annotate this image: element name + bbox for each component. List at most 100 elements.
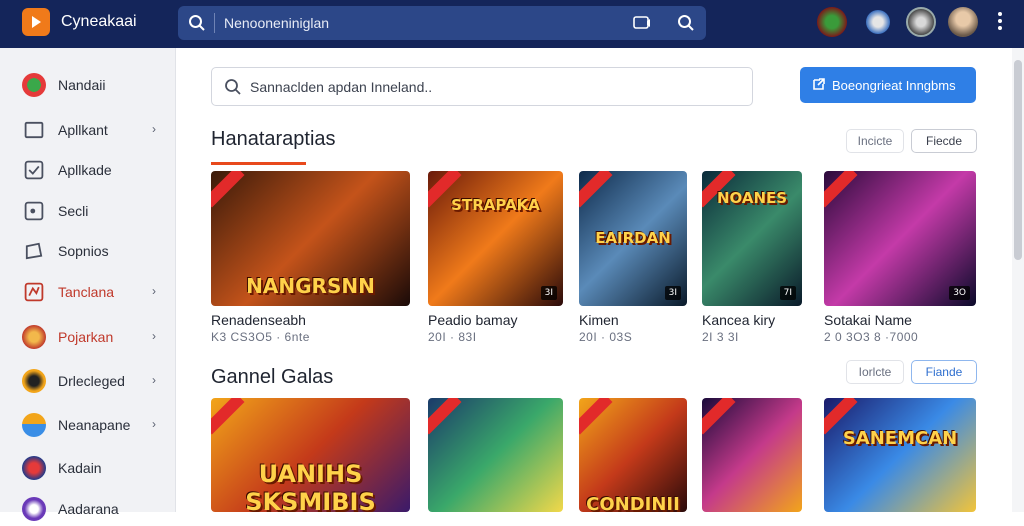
sidebar-item-label: Tanclana: [58, 284, 115, 300]
sidebar-item-label: Apllkade: [58, 162, 112, 178]
character-avatar-icon[interactable]: [866, 10, 890, 34]
game-card-image[interactable]: NOANES 7I: [702, 171, 802, 306]
sidebar-item[interactable]: Nandaii: [0, 68, 176, 102]
search-submit-icon[interactable]: [677, 14, 695, 32]
game-art-title: STRAPAKA: [451, 196, 540, 214]
more-options-icon[interactable]: [995, 12, 1005, 34]
sidebar-item-label: Sopnios: [58, 243, 109, 259]
top-bar: Cyneakaai Nenooneniniglan: [0, 0, 1024, 48]
game-card-meta: 20I · 83I: [428, 330, 477, 344]
ribbon-tag: [579, 171, 613, 208]
sidebar-item-label: Aadarana: [58, 501, 119, 517]
sidebar-item[interactable]: Pojarkan ›: [0, 320, 176, 354]
play-icon: [32, 16, 41, 28]
game-card-title[interactable]: Kimen: [579, 312, 619, 328]
sidebar: Nandaii Apllkant › Apllkade Secli Sopnios Tanc…: [0, 48, 176, 521]
section-filter-pill[interactable]: Iorlcte: [846, 360, 904, 384]
chevron-right-icon: ›: [152, 122, 156, 136]
sidebar-item-label: Kadain: [58, 460, 102, 476]
game-card-title[interactable]: Renadenseabh: [211, 312, 306, 328]
section-filter-pill[interactable]: Incicte: [846, 129, 904, 153]
game-card-image[interactable]: UANIHS SKSMIBIS: [211, 398, 410, 512]
landscape-icon: [22, 413, 46, 437]
game-card-meta: 20I · 03S: [579, 330, 633, 344]
profile-icon: [22, 497, 46, 521]
game-card-meta: 2 0 3O3 8 ·7000: [824, 330, 919, 344]
game-art-title: SANEMCAN: [842, 428, 958, 449]
sidebar-item[interactable]: Sopnios: [0, 234, 176, 268]
sidebar-item[interactable]: Apllkant ›: [0, 113, 176, 147]
search-icon: [189, 15, 205, 31]
sidebar-item-label: Nandaii: [58, 77, 106, 93]
game-card-image[interactable]: NANGRSNN: [211, 171, 410, 306]
app-logo[interactable]: [22, 8, 50, 36]
primary-action-button[interactable]: Boeongrieat Inngbms: [800, 67, 976, 103]
primary-action-label: Boeongrieat Inngbms: [832, 78, 956, 93]
sidebar-item[interactable]: Tanclana ›: [0, 275, 176, 309]
external-link-icon: [813, 78, 825, 90]
game-card-title[interactable]: Kancea kiry: [702, 312, 775, 328]
game-icon: [22, 325, 46, 349]
dog-icon: [22, 369, 46, 393]
settings-icon: [24, 201, 44, 221]
user-avatar[interactable]: [948, 7, 978, 37]
sidebar-item-label: Apllkant: [58, 122, 108, 138]
game-art-title: NOANES: [716, 189, 788, 207]
sidebar-item[interactable]: Neanapane ›: [0, 408, 176, 442]
top-search-bar[interactable]: Nenooneniniglan: [178, 6, 706, 40]
sidebar-item-label: Secli: [58, 203, 89, 219]
ribbon-tag: [579, 398, 613, 435]
rating-badge: 3I: [540, 286, 557, 300]
game-card-image[interactable]: SANEMCAN: [824, 398, 976, 512]
game-card-image[interactable]: 3O: [824, 171, 976, 306]
search-icon: [225, 79, 241, 95]
scrollbar-thumb[interactable]: [1014, 60, 1022, 260]
home-icon: [22, 73, 46, 97]
section-action-pill[interactable]: Fiecde: [911, 129, 977, 153]
game-card-image[interactable]: STRAPAKA 3I: [428, 171, 563, 306]
game-card-image[interactable]: [428, 398, 563, 512]
game-art-title: EAIRDAN: [595, 229, 671, 247]
sidebar-item-label: Neanapane: [58, 417, 131, 433]
chevron-right-icon: ›: [152, 417, 156, 431]
section-underline: [211, 162, 306, 165]
top-search-text[interactable]: Nenooneniniglan: [224, 15, 329, 31]
chevron-right-icon: ›: [152, 329, 156, 343]
game-card-title[interactable]: Sotakai Name: [824, 312, 912, 328]
section-title: Hanataraptias: [211, 128, 336, 150]
character-icon: [22, 456, 46, 480]
search-divider: [214, 13, 215, 33]
game-avatar-icon[interactable]: [817, 7, 847, 37]
game-card-title[interactable]: Peadio bamay: [428, 312, 518, 328]
sidebar-item[interactable]: Drlecleged ›: [0, 364, 176, 398]
explore-icon: [25, 242, 43, 260]
rating-badge: 3I: [664, 286, 681, 300]
checklist-icon: [24, 160, 44, 180]
chevron-right-icon: ›: [152, 373, 156, 387]
main-search-placeholder: Sannaclden apdan Inneland..: [250, 79, 433, 95]
game-art-title: NANGRSNN: [246, 274, 375, 298]
game-art-title: UANIHS SKSMIBIS: [245, 460, 376, 512]
game-card-image[interactable]: EAIRDAN 3I: [579, 171, 687, 306]
main-search-input[interactable]: Sannaclden apdan Inneland..: [211, 67, 753, 106]
sidebar-item[interactable]: Secli: [0, 194, 176, 228]
cast-icon[interactable]: [633, 15, 651, 31]
sidebar-item-label: Drlecleged: [58, 373, 125, 389]
game-card-image[interactable]: [702, 398, 802, 512]
ribbon-tag: [211, 398, 245, 435]
game-card-meta: K3 CS3O5 · 6nte: [211, 330, 310, 344]
chevron-right-icon: ›: [152, 284, 156, 298]
sidebar-item[interactable]: Aadarana: [0, 492, 176, 526]
game-card-image[interactable]: CONDINII: [579, 398, 687, 512]
sidebar-item[interactable]: Apllkade: [0, 153, 176, 187]
ribbon-tag: [824, 171, 858, 208]
game-art-title: CONDINII: [586, 494, 680, 512]
game-card-meta: 2I 3 3I: [702, 330, 739, 344]
notification-avatar-icon[interactable]: [906, 7, 936, 37]
rating-badge: 7I: [779, 286, 796, 300]
ribbon-tag: [428, 398, 462, 435]
sidebar-item[interactable]: Kadain: [0, 451, 176, 485]
ribbon-tag: [702, 398, 736, 435]
section-action-pill[interactable]: Fiande: [911, 360, 977, 384]
sidebar-item-label: Pojarkan: [58, 329, 114, 345]
